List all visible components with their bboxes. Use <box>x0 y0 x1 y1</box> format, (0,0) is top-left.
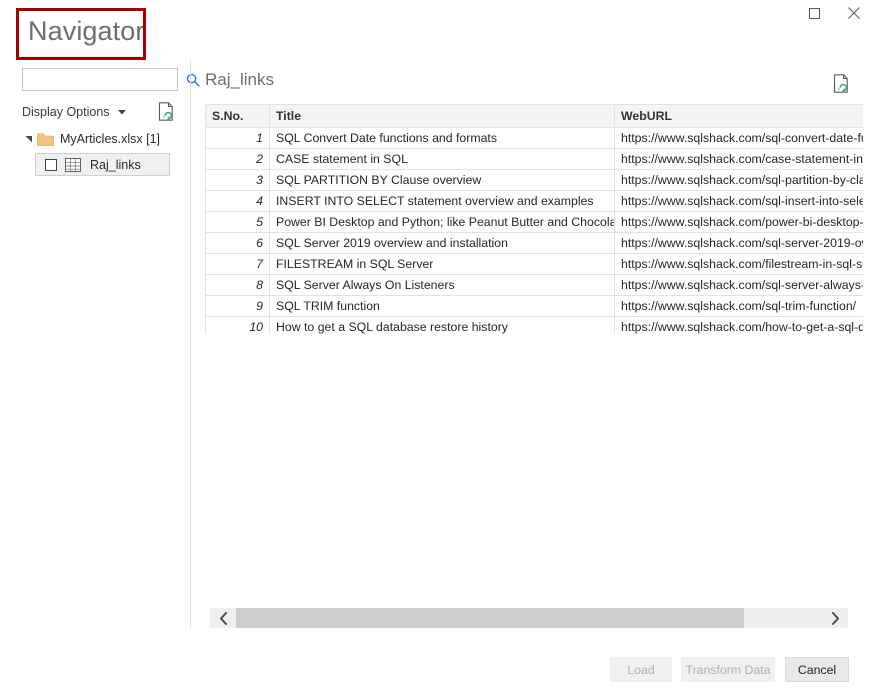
table-row: 2 CASE statement in SQL https://www.sqlsha… <box>205 148 863 170</box>
cell-url: https://www.sqlshack.com/sql-server-2019… <box>614 232 863 254</box>
table-row: 4 INSERT INTO SELECT statement overview a… <box>205 190 863 212</box>
cell-url: https://www.sqlshack.com/sql-convert-dat… <box>614 127 863 149</box>
table-row: 3 SQL PARTITION BY Clause overview https:/… <box>205 169 863 191</box>
cancel-button[interactable]: Cancel <box>785 657 849 682</box>
cell-url: https://www.sqlshack.com/filestream-in-s… <box>614 253 863 275</box>
cell-sno: 7 <box>205 253 270 275</box>
cell-sno: 8 <box>205 274 270 296</box>
table-row: 7 FILESTREAM in SQL Server https://www.sql… <box>205 253 863 275</box>
cell-title: Power BI Desktop and Python; like Peanut… <box>269 211 615 233</box>
preview-title: Raj_links <box>205 70 274 89</box>
chevron-down-icon[interactable] <box>117 107 127 117</box>
workbook-name: MyArticles.xlsx [1] <box>60 132 161 146</box>
load-button[interactable]: Load <box>610 657 672 682</box>
scrollbar-thumb[interactable] <box>236 608 744 628</box>
preview-table: S.No. Title WebURL 1 SQL Convert Date fun… <box>205 104 863 334</box>
page-title: Navigator <box>28 16 145 46</box>
tree-node-workbook[interactable]: MyArticles.xlsx [1] <box>22 128 180 150</box>
cell-url: https://www.sqlshack.com/sql-insert-into… <box>614 190 863 212</box>
cell-title: SQL Server 2019 overview and installatio… <box>269 232 615 254</box>
cell-title: SQL TRIM function <box>269 295 615 317</box>
refresh-preview-icon[interactable] <box>156 102 176 122</box>
window-controls <box>794 0 874 26</box>
display-options-control[interactable]: Display Options <box>22 101 178 123</box>
cell-url: https://www.sqlshack.com/case-statement-… <box>614 148 863 170</box>
cell-sno: 3 <box>205 169 270 191</box>
table-row: 8 SQL Server Always On Listeners https://w… <box>205 274 863 296</box>
cell-title: CASE statement in SQL <box>269 148 615 170</box>
cell-title: How to get a SQL database restore histor… <box>269 316 615 334</box>
folder-icon <box>36 128 54 150</box>
search-box[interactable] <box>22 68 200 91</box>
navigator-dialog: Navigator Display Options MyArticles.xls… <box>0 0 874 696</box>
cell-url: https://www.sqlshack.com/sql-server-alwa… <box>614 274 863 296</box>
cell-title: INSERT INTO SELECT statement overview an… <box>269 190 615 212</box>
dialog-footer: Load Transform Data Cancel <box>0 655 874 696</box>
sheet-name: Raj_links <box>90 157 141 172</box>
close-icon[interactable] <box>834 0 874 26</box>
cell-sno: 5 <box>205 211 270 233</box>
cell-sno: 4 <box>205 190 270 212</box>
column-header-url[interactable]: WebURL <box>614 104 863 128</box>
search-input[interactable] <box>23 69 186 90</box>
expand-collapse-icon[interactable] <box>22 128 36 150</box>
cell-url: https://www.sqlshack.com/how-to-get-a-sq… <box>614 316 863 334</box>
column-header-sno[interactable]: S.No. <box>205 104 270 128</box>
scroll-left-icon[interactable] <box>210 608 236 628</box>
scroll-right-icon[interactable] <box>822 608 848 628</box>
cell-sno: 2 <box>205 148 270 170</box>
cell-title: SQL PARTITION BY Clause overview <box>269 169 615 191</box>
table-header-row: S.No. Title WebURL <box>205 104 863 128</box>
tree-item-sheet[interactable]: Raj_links <box>35 153 170 176</box>
cell-sno: 1 <box>205 127 270 149</box>
table-row: 6 SQL Server 2019 overview and installati… <box>205 232 863 254</box>
cell-title: SQL Server Always On Listeners <box>269 274 615 296</box>
table-row: 10 How to get a SQL database restore hist… <box>205 316 863 334</box>
transform-data-button[interactable]: Transform Data <box>681 657 775 682</box>
cell-sno: 6 <box>205 232 270 254</box>
table-icon <box>65 157 81 172</box>
table-row: 9 SQL TRIM function https://www.sqlshack.c… <box>205 295 863 317</box>
left-navigation-pane: Display Options MyArticles.xlsx [1] Raj_… <box>0 66 200 628</box>
column-header-title[interactable]: Title <box>269 104 615 128</box>
preview-table-container: S.No. Title WebURL 1 SQL Convert Date fun… <box>205 104 863 334</box>
horizontal-scrollbar[interactable] <box>210 608 848 628</box>
cell-url: https://www.sqlshack.com/power-bi-deskto… <box>614 211 863 233</box>
table-row: 5 Power BI Desktop and Python; like Peanu… <box>205 211 863 233</box>
cell-url: https://www.sqlshack.com/sql-partition-b… <box>614 169 863 191</box>
preview-refresh-icon[interactable] <box>831 74 851 96</box>
preview-pane: Raj_links S.No. Title WebURL 1 SQL Conve… <box>190 60 874 628</box>
cell-title: FILESTREAM in SQL Server <box>269 253 615 275</box>
maximize-icon[interactable] <box>794 0 834 26</box>
display-options-label: Display Options <box>22 105 110 119</box>
source-tree: MyArticles.xlsx [1] Raj_links <box>22 128 180 176</box>
cell-title: SQL Convert Date functions and formats <box>269 127 615 149</box>
table-row: 1 SQL Convert Date functions and formats h… <box>205 127 863 149</box>
sheet-checkbox[interactable] <box>45 158 57 171</box>
cell-sno: 9 <box>205 295 270 317</box>
preview-table-body: 1 SQL Convert Date functions and formats h… <box>205 127 863 334</box>
cell-url: https://www.sqlshack.com/sql-trim-functi… <box>614 295 863 317</box>
cell-sno: 10 <box>205 316 270 334</box>
scrollbar-track[interactable] <box>236 608 822 628</box>
